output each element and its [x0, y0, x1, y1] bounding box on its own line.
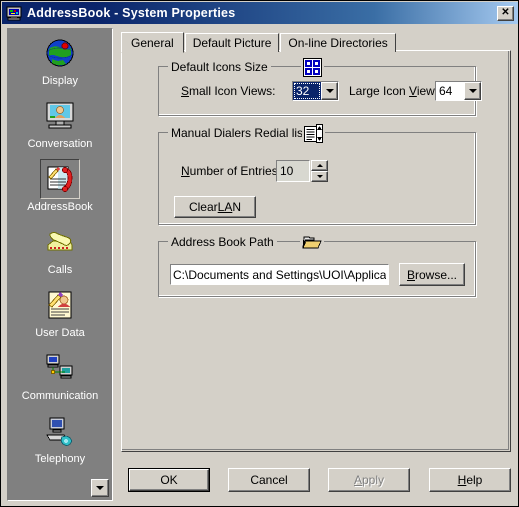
clear-lan-label-post: N — [232, 200, 242, 214]
number-of-entries-label: Number of Entries — [181, 164, 278, 178]
list-spinner-icon — [302, 123, 325, 143]
group-default-icons-size: Default Icons Size Small Icon Views: 32 — [158, 57, 482, 116]
large-icon-view-value: 64 — [436, 82, 464, 100]
sidebar-item-telephony[interactable]: Telephony — [8, 411, 112, 474]
small-icon-views-accel: S — [181, 84, 190, 98]
addressbook-phone-icon — [40, 159, 80, 199]
chevron-down-icon — [468, 89, 477, 93]
ok-button-inner: OK — [129, 469, 209, 491]
icon-grid-icon — [301, 57, 324, 77]
group-title-icons-size: Default Icons Size — [168, 60, 271, 74]
number-of-entries-value[interactable]: 10 — [276, 160, 310, 182]
network-computers-icon — [40, 348, 80, 388]
tab-default-picture[interactable]: Default Picture — [184, 33, 280, 52]
browse-button[interactable]: Browse... — [399, 263, 465, 286]
tab-online-directories[interactable]: On-line Directories — [280, 33, 396, 52]
sidebar-item-display[interactable]: Display — [8, 33, 112, 96]
clear-lan-label-pre: Clear — [188, 200, 218, 214]
help-accel: H — [457, 473, 467, 487]
folder-icon — [300, 233, 324, 253]
small-icon-views-label: Small Icon Views: — [181, 84, 276, 98]
small-icon-views-value: 32 — [293, 82, 321, 100]
sidebar-item-conversation[interactable]: Conversation — [8, 96, 112, 159]
sidebar-items-list: Display Conversation AddressBook Calls U… — [8, 29, 112, 500]
group-title-redial: Manual Dialers Redial list — [168, 126, 310, 140]
ok-button[interactable]: OK — [128, 468, 210, 492]
group-manual-dialers-redial: Manual Dialers Redial list Number of Ent… — [158, 123, 476, 225]
apply-accel: A — [353, 473, 362, 487]
chevron-down-icon — [96, 486, 104, 490]
large-icon-view-dropdown-button[interactable] — [464, 82, 481, 100]
category-sidebar[interactable]: Display Conversation AddressBook Calls U… — [7, 28, 113, 501]
title-bar: AddressBook - System Properties ✕ — [2, 2, 518, 24]
monitor-person-icon — [40, 96, 80, 136]
monitor-display-icon — [6, 5, 22, 21]
sidebar-item-label: User Data — [35, 327, 85, 339]
sidebar-item-label: Telephony — [34, 453, 86, 465]
sidebar-item-label: AddressBook — [27, 201, 93, 213]
tab-general[interactable]: General — [121, 32, 184, 53]
sidebar-scroll-down-button[interactable] — [91, 479, 109, 497]
tab-strip: General Default Picture On-line Director… — [121, 32, 397, 53]
spinner-up-button[interactable] — [311, 160, 328, 171]
address-book-path-value: C:\Documents and Settings\UOI\Applicatio… — [173, 267, 386, 282]
notepad-person-icon — [40, 285, 80, 325]
sidebar-item-calls[interactable]: Calls — [8, 222, 112, 285]
number-of-entries-stepper[interactable]: 10 — [276, 160, 328, 182]
window-title: AddressBook - System Properties — [27, 6, 236, 20]
large-icon-view-label-pre: Large Icon — [349, 84, 410, 98]
large-icon-view-accel: V — [409, 84, 417, 98]
system-properties-dialog: AddressBook - System Properties ✕ Displa… — [0, 0, 519, 507]
sidebar-item-label: Conversation — [27, 138, 93, 150]
chevron-down-icon — [316, 175, 323, 178]
help-button[interactable]: Help — [429, 468, 511, 492]
number-of-entries-accel: N — [181, 164, 190, 178]
clear-lan-accel: LA — [217, 200, 233, 214]
apply-label-post: pply — [362, 473, 385, 487]
sidebar-item-label: Display — [41, 75, 79, 87]
address-book-path-input[interactable]: C:\Documents and Settings\UOI\Applicatio… — [170, 264, 389, 285]
close-icon[interactable]: ✕ — [497, 5, 514, 21]
sidebar-item-user-data[interactable]: User Data — [8, 285, 112, 348]
group-address-book-path: Address Book Path C:\Documents and Setti… — [158, 233, 476, 297]
small-icon-views-dropdown-button[interactable] — [321, 82, 338, 100]
large-icon-view-label: Large Icon View: — [349, 84, 438, 98]
browse-label-post: rowse... — [415, 267, 458, 282]
telephone-icon — [40, 222, 80, 262]
spinner-down-button[interactable] — [311, 171, 328, 182]
sidebar-item-label: Calls — [47, 264, 73, 276]
small-icon-views-combo[interactable]: 32 — [292, 81, 339, 101]
sidebar-item-addressbook[interactable]: AddressBook — [8, 159, 112, 222]
tab-page-general: Default Icons Size Small Icon Views: 32 — [121, 50, 511, 452]
chevron-down-icon — [325, 89, 334, 93]
large-icon-view-combo[interactable]: 64 — [435, 81, 482, 101]
help-label-post: elp — [466, 473, 483, 487]
apply-button: Apply — [328, 468, 410, 492]
globe-icon — [40, 33, 80, 73]
group-title-address-book-path: Address Book Path — [168, 235, 277, 249]
browse-accel: B — [406, 267, 415, 282]
clear-lan-button[interactable]: Clear LA N — [174, 196, 256, 218]
cancel-button[interactable]: Cancel — [228, 468, 310, 492]
sidebar-item-label: Communication — [21, 390, 99, 402]
small-icon-views-label-text: mall Icon Views: — [189, 84, 276, 98]
number-of-entries-spin-buttons — [311, 160, 328, 182]
dialog-button-row: OK Cancel Apply Help — [128, 468, 511, 492]
chevron-up-icon — [316, 164, 323, 167]
computer-phone-icon — [40, 411, 80, 451]
sidebar-item-communication[interactable]: Communication — [8, 348, 112, 411]
number-of-entries-label-text: umber of Entries — [189, 164, 278, 178]
